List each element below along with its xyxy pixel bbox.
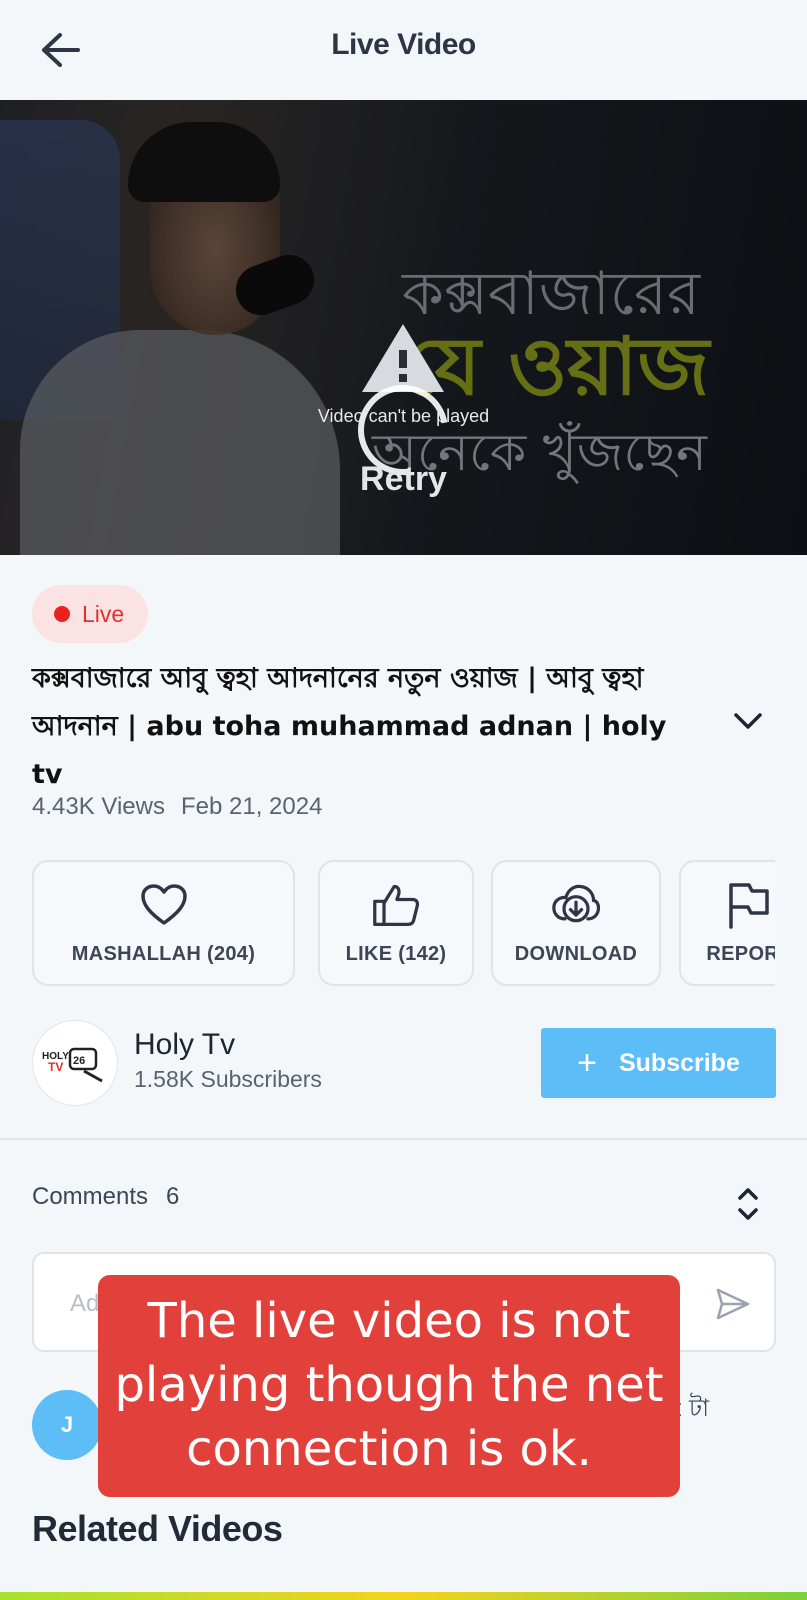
flag-icon [729,882,769,929]
warning-triangle-icon [362,324,444,392]
comment-avatar[interactable]: J [32,1390,102,1460]
report-label: REPORT [706,942,775,965]
subscribe-button[interactable]: + Subscribe [541,1028,776,1098]
chevron-down-icon[interactable] [730,706,766,736]
video-title: কক্সবাজারে আবু ত্বহা আদনানের নতুন ওয়াজ … [32,663,667,790]
annotation-note: The live video is not playing though the… [98,1275,680,1497]
subscriber-count: 1.58K Subscribers [134,1066,322,1092]
page-title: Live Video [331,28,476,61]
like-button[interactable]: LIKE (142) [318,860,474,986]
comments-label: Comments [32,1183,149,1210]
app-header: Live Video [0,0,807,100]
live-dot-icon [54,606,70,622]
action-row: MASHALLAH (204) LIKE (142) DOWNLOAD REPO… [32,860,775,988]
mashallah-label: MASHALLAH (204) [71,942,256,965]
thumbs-up-icon [373,884,420,926]
heart-icon [140,883,187,925]
comments-header: Comments 6 [32,1183,179,1211]
video-player[interactable]: কক্সবাজারের যে ওয়াজ অনেকে খুঁজছেন Video… [0,100,807,555]
video-meta: 4.43K Views Feb 21, 2024 [32,793,322,821]
channel-name[interactable]: Holy Tv [134,1028,235,1062]
retry-button[interactable]: Retry [0,460,807,499]
svg-text:26: 26 [73,1055,85,1067]
mashallah-button[interactable]: MASHALLAH (204) [32,860,295,986]
like-label: LIKE (142) [345,942,447,965]
plus-icon: + [577,1044,597,1082]
publish-date: Feb 21, 2024 [180,793,323,820]
channel-logo-icon: HOLY TV 26 [42,1047,103,1083]
playback-error-message: Video can't be played [317,406,490,426]
section-divider [0,1138,807,1140]
channel-avatar[interactable]: HOLY TV 26 [32,1020,118,1106]
view-count: 4.43K Views [32,793,165,820]
live-label: Live [82,600,125,627]
related-video-thumbnail-edge[interactable] [0,1592,807,1600]
svg-text:TV: TV [48,1060,63,1074]
related-videos-heading: Related Videos [32,1508,283,1549]
report-button[interactable]: REPORT [679,860,775,986]
send-icon[interactable] [710,1282,754,1326]
live-badge: Live [32,585,149,643]
download-label: DOWNLOAD [514,942,638,965]
download-button[interactable]: DOWNLOAD [491,860,661,986]
subscribe-label: Subscribe [618,1048,740,1077]
cloud-download-icon [552,884,600,922]
sort-toggle-icon[interactable] [735,1185,761,1223]
comments-count: 6 [166,1183,180,1210]
